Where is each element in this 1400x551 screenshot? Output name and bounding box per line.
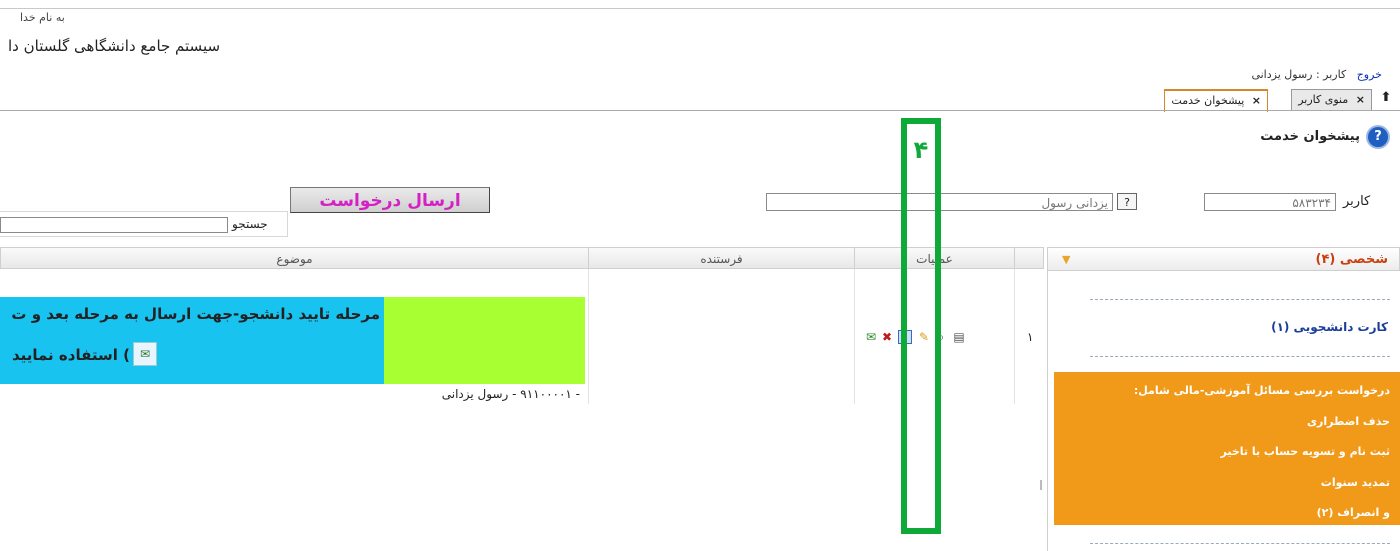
tab-label: منوی کاربر — [1298, 93, 1349, 106]
dashed-divider — [1090, 299, 1390, 300]
user-lookup-button[interactable]: ? — [1117, 193, 1137, 210]
send-icon[interactable]: ✉ — [864, 330, 878, 344]
tab-close-icon[interactable]: × — [1356, 93, 1365, 106]
student-card-link[interactable]: کارت دانشجویی (۱) — [1271, 320, 1388, 334]
collapse-chevron-icon[interactable]: ⬆ — [1376, 90, 1396, 108]
column-header-sender[interactable]: فرستنده — [588, 247, 855, 269]
user-info: خروج کاربر : رسول یزدانی — [1251, 68, 1382, 81]
system-title: سیستم جامع دانشگاهی گلستان دا — [8, 37, 221, 55]
dropdown-arrow-icon[interactable]: ▼ — [1062, 253, 1070, 266]
user-code-field[interactable]: ۵۸۳۲۳۴ — [1204, 193, 1336, 211]
request-item[interactable]: ثبت نام و تسویه حساب با تاخیر — [1220, 445, 1390, 458]
column-header-subject[interactable]: موضوع — [0, 247, 589, 269]
side-panel-title: شخصی (۴) — [1315, 252, 1388, 267]
basmala-text: به نام خدا — [20, 11, 65, 24]
send-forward-icon[interactable]: ✉ — [133, 342, 157, 366]
search-input[interactable] — [0, 217, 228, 233]
tab-user-menu[interactable]: × منوی کاربر — [1291, 89, 1372, 110]
tab-close-icon[interactable]: × — [1252, 94, 1261, 107]
subject-text-line2: ) استفاده نمایید — [11, 346, 130, 364]
tab-label: پیشخوان خدمت — [1171, 94, 1245, 107]
scrollbar-thumb[interactable] — [1040, 480, 1042, 490]
request-item[interactable]: و انصراف (۲) — [1317, 506, 1390, 519]
subject-highlight-green — [384, 297, 585, 384]
calendar-icon[interactable]: ▤ — [952, 330, 966, 344]
annotation-highlight-box — [901, 118, 941, 534]
tab-underline — [0, 110, 1400, 111]
help-icon[interactable]: ? — [1366, 125, 1390, 149]
row-number: ۱ — [1027, 330, 1034, 344]
request-item[interactable]: درخواست بررسی مسائل آموزشی-مالی شامل: — [1134, 384, 1390, 397]
request-item[interactable]: تمدید سنوات — [1321, 476, 1390, 489]
column-header-number — [1014, 247, 1044, 269]
column-divider — [1014, 269, 1015, 404]
page-title: پیشخوان خدمت — [1260, 129, 1360, 144]
column-divider — [588, 269, 589, 404]
subject-text[interactable]: مرحله تایید دانشجو-جهت ارسال به مرحله بع… — [0, 305, 380, 323]
logout-link[interactable]: خروج — [1357, 68, 1382, 81]
delete-icon[interactable]: ✖ — [880, 330, 894, 344]
annotation-number: ۴ — [913, 136, 929, 164]
search-label: جستجو — [232, 217, 268, 231]
request-item[interactable]: حذف اضطراری — [1307, 415, 1390, 428]
dashed-divider — [1090, 543, 1390, 544]
dashed-divider — [1090, 356, 1390, 357]
sender-text: - ۹۱۱۰۰۰۰۱ - رسول یزدانی — [441, 387, 580, 401]
tab-service-desk[interactable]: × پیشخوان خدمت — [1164, 89, 1268, 112]
send-request-button[interactable]: ارسال درخواست — [290, 187, 490, 213]
user-field-label: کاربر — [1343, 194, 1371, 209]
column-divider — [854, 269, 855, 404]
user-label: کاربر : رسول یزدانی — [1251, 68, 1347, 81]
top-divider — [0, 8, 1400, 9]
